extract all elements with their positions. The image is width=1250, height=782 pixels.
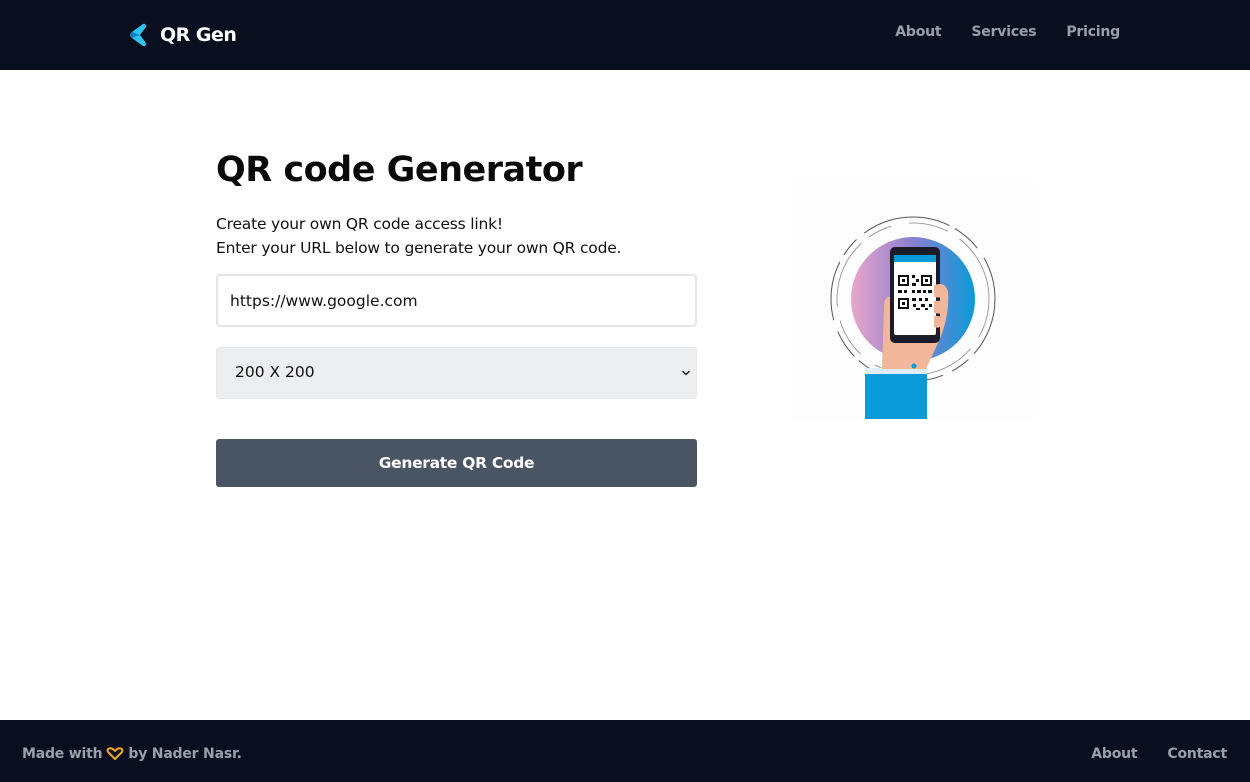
top-navbar: QR Gen About Services Pricing xyxy=(0,0,1250,70)
brand-link[interactable]: QR Gen xyxy=(126,22,237,48)
description-line-2: Enter your URL below to generate your ow… xyxy=(216,239,622,257)
page-description: Create your own QR code access link! Ent… xyxy=(216,212,621,260)
nav-link-services[interactable]: Services xyxy=(971,24,1036,40)
credit-prefix: Made with xyxy=(22,746,103,762)
description-line-1: Create your own QR code access link! xyxy=(216,215,503,233)
brand-logo-icon xyxy=(130,23,146,47)
nav-link-about[interactable]: About xyxy=(895,24,941,40)
footer: Made with by Nader Nasr. About Contact xyxy=(0,720,1250,782)
generate-qr-button[interactable]: Generate QR Code xyxy=(216,439,697,487)
main-nav: About Services Pricing xyxy=(865,24,1120,40)
page-title: QR code Generator xyxy=(216,150,583,190)
brand-name: QR Gen xyxy=(160,24,237,46)
hand-holding-phone-with-qr-code-icon xyxy=(830,216,996,419)
url-input[interactable] xyxy=(216,274,697,327)
credit-suffix: by Nader Nasr. xyxy=(128,746,242,762)
qr-illustration xyxy=(792,177,1033,419)
size-select[interactable]: 200 X 200 xyxy=(216,347,697,399)
heart-icon xyxy=(106,747,124,760)
chevron-down-icon xyxy=(682,370,690,376)
footer-link-about[interactable]: About xyxy=(1091,746,1137,762)
footer-nav: About Contact xyxy=(1061,746,1227,762)
nav-link-pricing[interactable]: Pricing xyxy=(1066,24,1120,40)
size-select-value: 200 X 200 xyxy=(235,363,315,381)
footer-link-contact[interactable]: Contact xyxy=(1167,746,1227,762)
footer-credit: Made with by Nader Nasr. xyxy=(22,746,242,762)
